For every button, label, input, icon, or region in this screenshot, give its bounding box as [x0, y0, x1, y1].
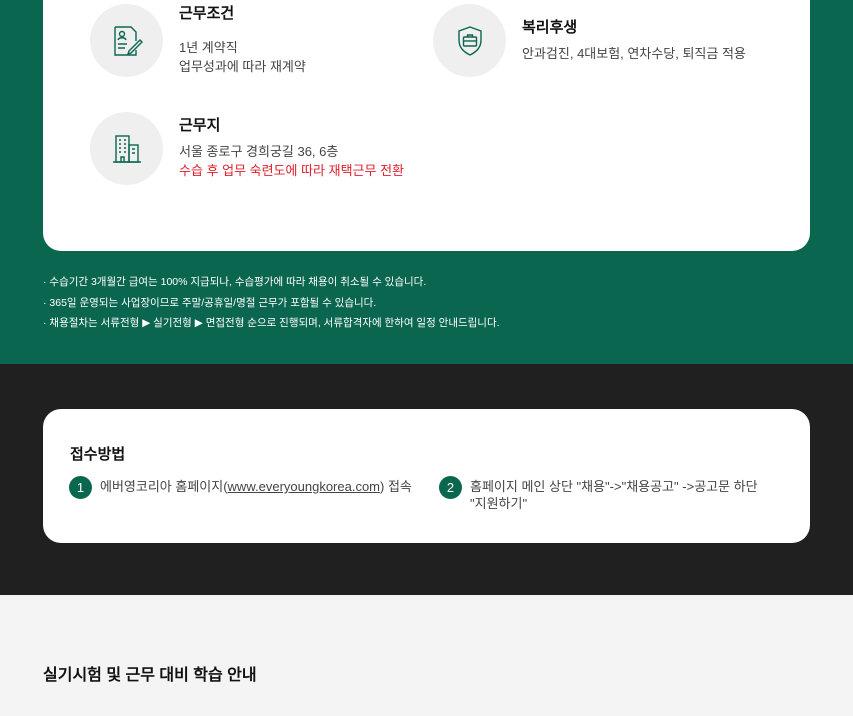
item-title: 근무지	[179, 117, 221, 134]
welfare-item: 복리후생 안과검진, 4대보험, 연차수당, 퇴직금 적용	[433, 4, 746, 77]
homepage-link[interactable]: www.everyoungkorea.com	[228, 479, 380, 494]
item-line: 업무성과에 따라 재계약	[179, 59, 306, 74]
study-guide-section: 실기시험 및 근무 대비 학습 안내	[0, 595, 853, 716]
item-title: 근무조건	[179, 5, 235, 22]
step-text-suffix: ) 접속	[380, 479, 412, 494]
notice-item: · 채용절차는 서류전형 ▶ 실기전형 ▶ 면접전형 순으로 진행되며, 서류합…	[43, 317, 500, 329]
step-number: 1	[69, 476, 92, 499]
benefits-card: 근무조건 1년 계약직 업무성과에 따라 재계약 복리후생 안과검진, 4대보험…	[43, 0, 810, 251]
notice-item: · 365일 운영되는 사업장이므로 주말/공휴일/명절 근무가 포함될 수 있…	[43, 296, 377, 309]
remote-work-note: 수습 후 업무 숙련도에 따라 재택근무 전환	[179, 163, 404, 178]
step-text: 에버영코리아 홈페이지(www.everyoungkorea.com) 접속	[100, 476, 412, 495]
apply-card: 접수방법 1 에버영코리아 홈페이지(www.everyoungkorea.co…	[43, 409, 810, 543]
item-line: 1년 계약직	[179, 40, 238, 55]
step-text-line: "지원하기"	[470, 496, 528, 511]
building-icon	[90, 112, 163, 185]
work-conditions-item: 근무조건 1년 계약직 업무성과에 따라 재계약	[90, 4, 306, 77]
apply-step-2: 2 홈페이지 메인 상단 "채용"->"채용공고" ->공고문 하단 "지원하기…	[439, 476, 758, 512]
notice-list: · 수습기간 3개월간 급여는 100% 지급되나, 수습평가에 따라 채용이 …	[43, 272, 500, 334]
step-number: 2	[439, 476, 462, 499]
section-title: 실기시험 및 근무 대비 학습 안내	[43, 667, 257, 684]
shield-briefcase-icon	[433, 4, 506, 77]
apply-step-1: 1 에버영코리아 홈페이지(www.everyoungkorea.com) 접속	[69, 476, 412, 499]
step-text-line: 홈페이지 메인 상단 "채용"->"채용공고" ->공고문 하단	[470, 479, 758, 494]
notice-item: · 수습기간 3개월간 급여는 100% 지급되나, 수습평가에 따라 채용이 …	[43, 276, 427, 288]
conditions-section: 근무조건 1년 계약직 업무성과에 따라 재계약 복리후생 안과검진, 4대보험…	[0, 0, 853, 364]
contract-pen-icon	[90, 4, 163, 77]
item-title: 복리후생	[522, 19, 578, 36]
workplace-item: 근무지 서울 종로구 경희궁길 36, 6층 수습 후 업무 숙련도에 따라 재…	[90, 112, 404, 185]
step-text: 홈페이지 메인 상단 "채용"->"채용공고" ->공고문 하단 "지원하기"	[470, 476, 758, 512]
item-line: 안과검진, 4대보험, 연차수당, 퇴직금 적용	[522, 46, 746, 61]
step-text-prefix: 에버영코리아 홈페이지(	[100, 479, 228, 494]
apply-title: 접수방법	[70, 446, 126, 463]
item-line: 서울 종로구 경희궁길 36, 6층	[179, 144, 339, 159]
